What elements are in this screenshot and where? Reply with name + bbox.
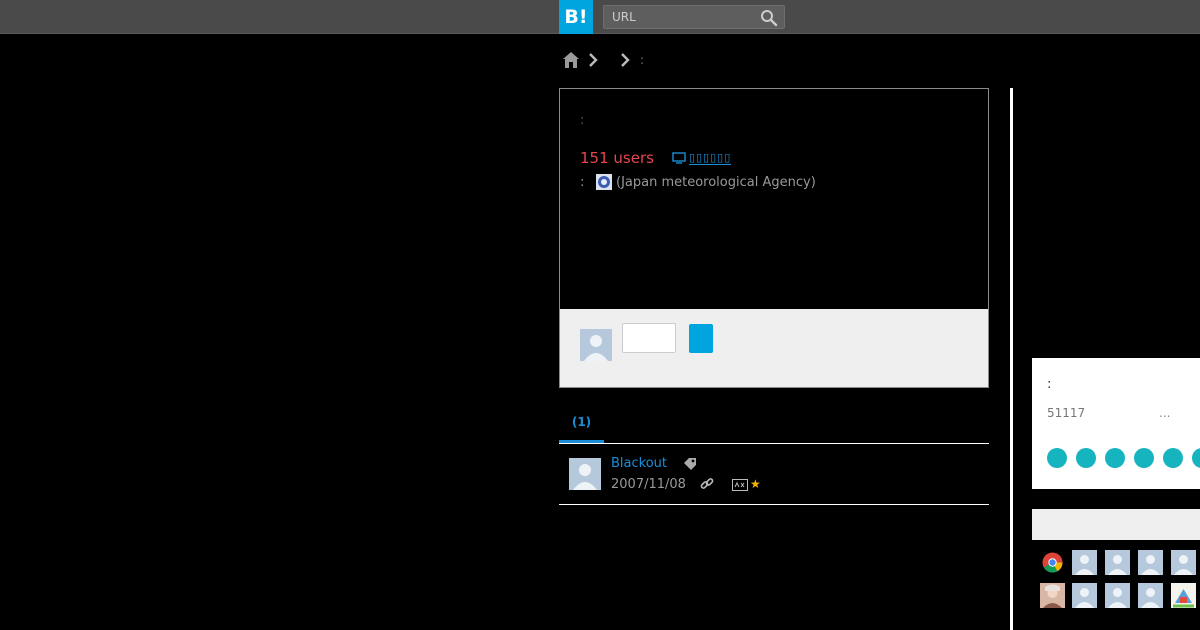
chrome-icon[interactable] [1040,550,1065,575]
user-photo-avatar[interactable] [1040,583,1065,608]
source-name[interactable]: (Japan meteorological Agency) [616,175,816,190]
user-avatar[interactable] [1138,550,1163,575]
breadcrumb: : [562,50,644,70]
chevron-right-icon [621,53,630,67]
tag-icon[interactable] [683,457,697,471]
users-count[interactable]: 151 users [580,149,654,167]
bookmark-date[interactable]: 2007/11/08 [611,477,686,492]
entry-title[interactable]: : [580,113,584,128]
user-avatar[interactable] [1105,550,1130,575]
share-button[interactable] [1047,448,1067,468]
user-avatar[interactable] [1072,583,1097,608]
share-button[interactable] [1192,448,1200,468]
entry-meta: 151 users ▯▯▯▯▯▯ [580,149,732,167]
tv-label: ▯▯▯▯▯▯ [688,150,732,165]
user-avatar[interactable] [1171,550,1196,575]
side-count: 51117 [1047,406,1086,420]
add-star-icon[interactable] [732,479,748,491]
side-more[interactable]: ... [1159,406,1170,420]
search-icon[interactable] [760,9,778,27]
tab-comments[interactable]: (1) [559,405,604,443]
star-icon[interactable]: ★ [750,477,761,491]
tv-icon [672,152,686,164]
search-box [603,5,785,29]
user-avatar [580,329,612,361]
column-divider [1010,88,1013,630]
side-heading: : [1047,377,1052,392]
share-button[interactable] [1163,448,1183,468]
entry-card: : 151 users ▯▯▯▯▯▯ : (Japan meteorologic… [559,88,989,388]
breadcrumb-current: : [640,53,645,67]
tv-link[interactable]: ▯▯▯▯▯▯ [672,150,732,165]
top-bar: B! [0,0,1200,34]
side-info-card: : 51117 ... [1032,358,1200,489]
user-avatar[interactable] [1138,583,1163,608]
hatena-logo[interactable]: B! [559,0,593,34]
user-avatar[interactable] [1105,583,1130,608]
user-avatar[interactable] [1072,550,1097,575]
share-dots [1047,448,1200,468]
comment-tabs: (1) [559,405,989,444]
bookmark-item: Blackout 2007/11/08 ★ [559,444,989,505]
comment-input[interactable] [622,323,676,353]
source-colon: : [580,174,585,190]
search-input[interactable] [604,6,754,28]
share-button[interactable] [1076,448,1096,468]
chevron-right-icon [589,53,598,67]
bookmark-submit-button[interactable] [689,324,713,353]
share-button[interactable] [1134,448,1154,468]
bookmark-username[interactable]: Blackout [611,456,667,471]
entry-source: : (Japan meteorological Agency) [580,174,816,190]
site-favicon-icon [596,174,612,190]
home-icon[interactable] [562,51,580,69]
share-button[interactable] [1105,448,1125,468]
user-illustration-avatar[interactable] [1171,583,1196,608]
side-section-header [1032,509,1200,540]
bookmark-user-avatar[interactable] [569,458,601,490]
link-icon[interactable] [700,477,714,491]
comment-form [560,309,988,387]
